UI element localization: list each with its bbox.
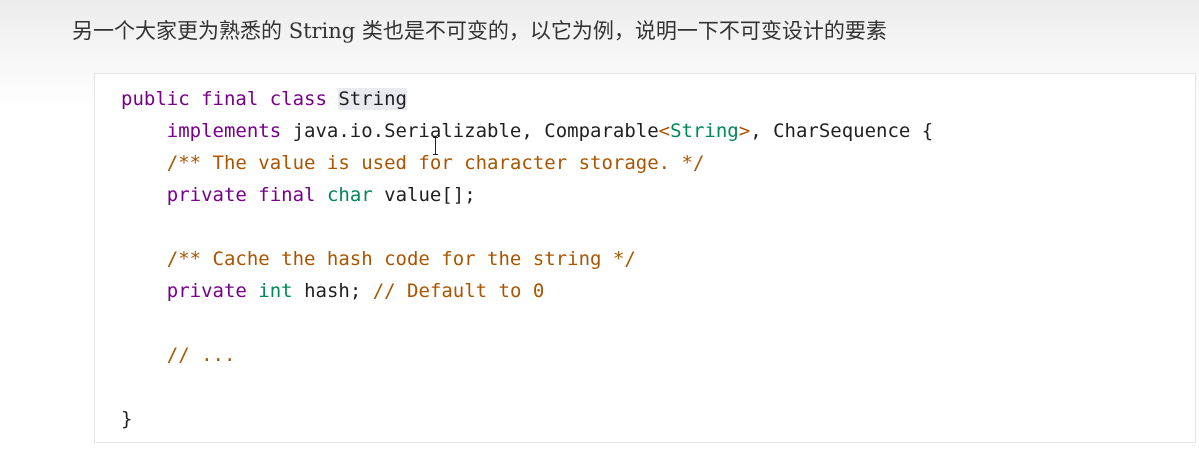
generic-close-bracket: > xyxy=(738,120,751,142)
comment-cache-hash: /** Cache the hash code for the string *… xyxy=(166,248,636,270)
comment-ellipsis: // ... xyxy=(166,344,236,366)
keyword-private-final: private final xyxy=(166,184,316,206)
intro-text-before: 另一个大家更为熟悉的 xyxy=(72,19,289,43)
code-line-7: private int hash; // Default to 0 xyxy=(121,275,933,307)
field-hash: hash; xyxy=(292,280,373,302)
type-char: char xyxy=(326,184,373,206)
interfaces-rest: , CharSequence { xyxy=(750,120,934,142)
code-line-10-blank xyxy=(121,371,933,403)
code-line-5-blank xyxy=(121,211,933,243)
intro-code-word: String xyxy=(288,19,356,43)
comment-value-storage: /** The value is used for character stor… xyxy=(166,152,705,174)
keyword-implements: implements xyxy=(166,120,282,142)
text-cursor-icon xyxy=(433,137,439,155)
interfaces-text: java.io.Serializable, Comparable xyxy=(281,120,659,142)
intro-text-after: 类也是不可变的，以它为例，说明一下不可变设计的要素 xyxy=(355,19,887,43)
comment-default-zero: // Default to 0 xyxy=(372,280,545,302)
class-name-string-highlighted: String xyxy=(338,88,407,110)
code-line-9: // ... xyxy=(121,339,933,371)
code-line-2: implements java.io.Serializable, Compara… xyxy=(121,115,933,147)
code-line-11: } xyxy=(121,403,933,435)
code-line-6: /** Cache the hash code for the string *… xyxy=(121,243,933,275)
code-block[interactable]: public final class String implements jav… xyxy=(94,73,1196,443)
code-line-1: public final class String xyxy=(121,83,933,115)
field-value-array: value[]; xyxy=(372,184,476,206)
closing-brace: } xyxy=(121,408,133,430)
code-line-4: private final char value[]; xyxy=(121,179,933,211)
intro-paragraph: 另一个大家更为熟悉的 String 类也是不可变的，以它为例，说明一下不可变设计… xyxy=(72,14,887,48)
java-code[interactable]: public final class String implements jav… xyxy=(121,83,933,435)
keyword-public-final-class: public final class xyxy=(121,88,339,110)
type-int: int xyxy=(258,280,293,302)
generic-open-bracket: < xyxy=(658,120,671,142)
code-line-8-blank xyxy=(121,307,933,339)
code-line-3: /** The value is used for character stor… xyxy=(121,147,933,179)
keyword-private: private xyxy=(166,280,247,302)
generic-type-string: String xyxy=(670,120,739,142)
